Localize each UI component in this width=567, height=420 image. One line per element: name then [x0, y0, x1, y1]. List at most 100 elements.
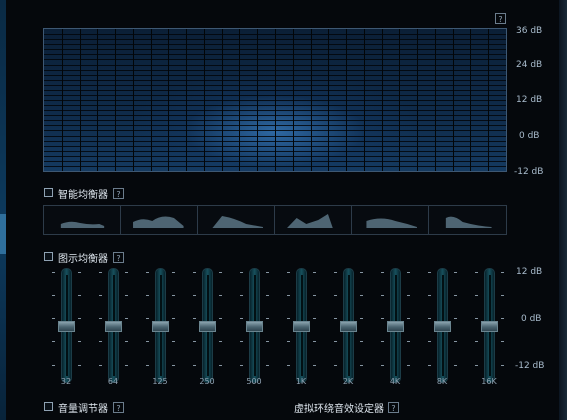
eq-slider-tick: [193, 272, 196, 273]
spectrum-grid-row-line: [44, 65, 506, 66]
eq-slider-tick: [146, 341, 149, 342]
eq-slider-tick: [99, 365, 102, 366]
eq-slider-tick: [334, 272, 337, 273]
eq-slider-tick: [193, 295, 196, 296]
eq-slider-tick: [428, 341, 431, 342]
eq-slider-tick: [172, 318, 175, 319]
eq-slider-tick: [99, 295, 102, 296]
eq-slider-tick: [501, 341, 504, 342]
eq-slider-tick: [407, 272, 410, 273]
eq-slider-tick: [78, 341, 81, 342]
volume-controller-checkbox[interactable]: [44, 402, 53, 411]
eq-slider-tick: [501, 295, 504, 296]
eq-slider-tick: [193, 341, 196, 342]
eq-slider-tick: [52, 272, 55, 273]
spectrum-db-label-36: 36 dB: [516, 26, 543, 36]
eq-band-label-125: 125: [152, 377, 168, 386]
spectrum-grid-row-line: [44, 120, 506, 121]
spectrum-grid-row-line: [44, 59, 506, 60]
spectrum-grid-row-line: [44, 125, 506, 126]
spectrum-grid-row-line: [44, 166, 506, 167]
eq-slider-tick: [266, 365, 269, 366]
eq-slider-tick: [172, 295, 175, 296]
eq-slider-tick: [381, 318, 384, 319]
eq-slider-tick: [360, 341, 363, 342]
eq-slider-tick: [78, 295, 81, 296]
eq-slider-tick: [52, 318, 55, 319]
spectrum-grid-row-line: [44, 54, 506, 55]
eq-slider-tick: [287, 341, 290, 342]
eq-slider-knob-4K[interactable]: [387, 321, 404, 332]
eq-slider-knob-125[interactable]: [152, 321, 169, 332]
eq-slider-tick: [266, 295, 269, 296]
eq-slider-tick: [501, 272, 504, 273]
eq-slider-tick: [266, 272, 269, 273]
smart-eq-checkbox[interactable]: [44, 188, 53, 197]
eq-slider-tick: [454, 318, 457, 319]
eq-slider-knob-8K[interactable]: [434, 321, 451, 332]
eq-slider-tick: [99, 341, 102, 342]
spectrum-display: [43, 28, 507, 172]
eq-slider-knob-2K[interactable]: [340, 321, 357, 332]
eq-slider-tick: [428, 272, 431, 273]
eq-scale-label-12: 12 dB: [516, 267, 543, 277]
eq-slider-tick: [381, 341, 384, 342]
eq-slider-knob-32[interactable]: [58, 321, 75, 332]
volume-controller-help-icon[interactable]: ?: [113, 402, 124, 413]
eq-slider-tick: [407, 365, 410, 366]
eq-slider-tick: [475, 365, 478, 366]
eq-slider-tick: [287, 295, 290, 296]
eq-slider-tick: [454, 272, 457, 273]
eq-slider-tick: [219, 341, 222, 342]
eq-slider-tick: [99, 272, 102, 273]
spectrum-db-label-0: 0 dB: [519, 131, 540, 141]
eq-slider-tick: [428, 318, 431, 319]
eq-slider-tick: [266, 318, 269, 319]
eq-slider-tick: [334, 295, 337, 296]
eq-slider-tick: [454, 341, 457, 342]
smart-eq-preset-2[interactable]: [121, 206, 198, 234]
spectrum-help-icon[interactable]: ?: [495, 13, 506, 24]
smart-eq-preset-5[interactable]: [352, 206, 429, 234]
eq-slider-knob-64[interactable]: [105, 321, 122, 332]
spectrum-grid-row-line: [44, 39, 506, 40]
eq-slider-tick: [287, 318, 290, 319]
eq-slider-tick: [219, 295, 222, 296]
eq-slider-tick: [360, 318, 363, 319]
eq-slider-knob-250[interactable]: [199, 321, 216, 332]
eq-slider-tick: [428, 295, 431, 296]
spectrum-grid-row-line: [44, 141, 506, 142]
eq-slider-tick: [428, 365, 431, 366]
eq-slider-tick: [313, 318, 316, 319]
eq-slider-tick: [172, 341, 175, 342]
eq-slider-tick: [240, 341, 243, 342]
spectrum-grid-row-line: [44, 151, 506, 152]
eq-slider-tick: [172, 365, 175, 366]
eq-band-label-1K: 1K: [295, 377, 307, 386]
smart-eq-preset-1[interactable]: [44, 206, 121, 234]
eq-band-label-4K: 4K: [389, 377, 401, 386]
eq-band-label-32: 32: [60, 377, 72, 386]
graphic-eq-checkbox[interactable]: [44, 252, 53, 261]
eq-slider-tick: [381, 272, 384, 273]
smart-eq-preset-6[interactable]: [429, 206, 506, 234]
smart-eq-preset-4[interactable]: [275, 206, 352, 234]
eq-slider-tick: [240, 365, 243, 366]
smart-eq-preset-3[interactable]: [198, 206, 275, 234]
eq-slider-knob-500[interactable]: [246, 321, 263, 332]
spectrum-grid-row-line: [44, 115, 506, 116]
eq-slider-tick: [407, 295, 410, 296]
eq-slider-tick: [407, 341, 410, 342]
eq-scale-label-minus12: -12 dB: [515, 361, 545, 371]
eq-slider-tick: [146, 318, 149, 319]
eq-slider-tick: [146, 272, 149, 273]
eq-slider-knob-1K[interactable]: [293, 321, 310, 332]
eq-slider-tick: [125, 272, 128, 273]
smart-eq-help-icon[interactable]: ?: [113, 188, 124, 199]
eq-slider-tick: [381, 365, 384, 366]
eq-slider-tick: [287, 365, 290, 366]
left-edge-tab: [0, 214, 6, 254]
eq-slider-knob-16K[interactable]: [481, 321, 498, 332]
virtual-surround-help-icon[interactable]: ?: [388, 402, 399, 413]
graphic-eq-help-icon[interactable]: ?: [113, 252, 124, 263]
